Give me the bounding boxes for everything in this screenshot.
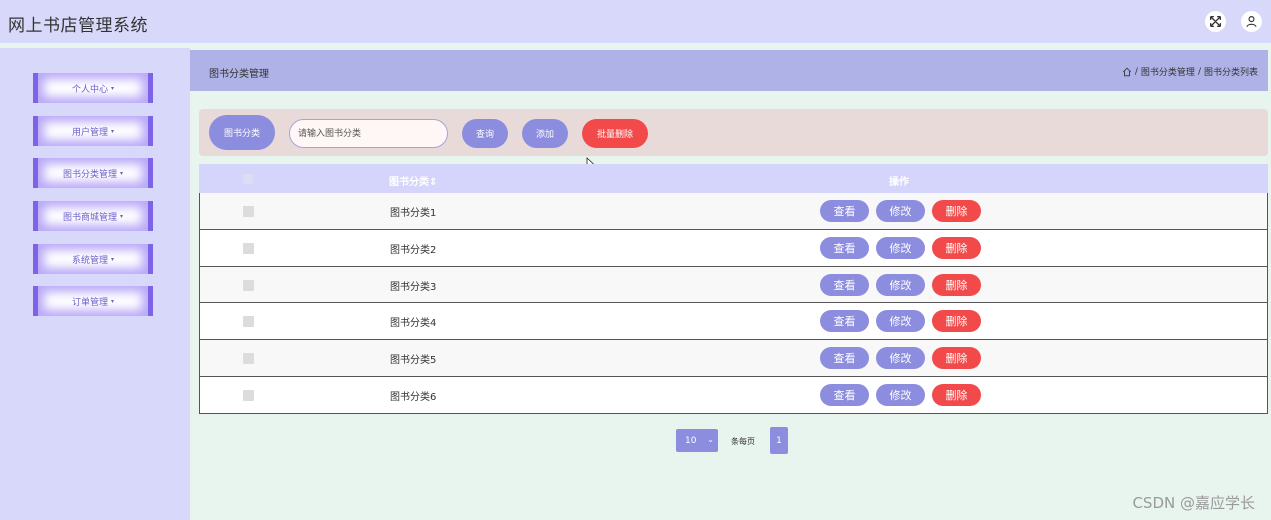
view-button[interactable]: 查看 — [820, 310, 869, 333]
search-label: 图书分类 — [209, 115, 275, 150]
view-button[interactable]: 查看 — [820, 347, 869, 370]
delete-button[interactable]: 删除 — [932, 200, 981, 222]
table-row: 图书分类1 查看 修改 删除 — [199, 193, 1268, 230]
table-row: 图书分类3 查看 修改 删除 — [199, 266, 1268, 304]
breadcrumb: / 图书分类管理 / 图书分类列表 — [1122, 65, 1258, 78]
row-checkbox[interactable] — [243, 242, 254, 254]
category-name: 图书分类2 — [390, 244, 437, 256]
edit-button[interactable]: 修改 — [876, 200, 925, 222]
row-checkbox[interactable] — [243, 389, 254, 401]
add-button[interactable]: 添加 — [522, 119, 568, 148]
category-name: 图书分类1 — [390, 208, 437, 219]
edit-button[interactable]: 修改 — [876, 310, 925, 333]
page-header: 图书分类管理 / 图书分类管理 / 图书分类列表 — [190, 50, 1268, 91]
row-checkbox[interactable] — [243, 316, 254, 328]
row-checkbox[interactable] — [243, 353, 254, 365]
chevron-down-icon: ▾ — [111, 297, 115, 305]
page-number-button[interactable]: 1 — [770, 427, 788, 454]
watermark: CSDN @嘉应学长 — [1132, 494, 1255, 512]
row-checkbox[interactable] — [243, 206, 254, 217]
chevron-down-icon: ▾ — [120, 169, 124, 177]
breadcrumb-item[interactable]: 图书分类管理 — [1141, 65, 1195, 78]
search-input[interactable] — [289, 119, 448, 148]
breadcrumb-item: 图书分类列表 — [1203, 68, 1258, 78]
sidebar-item-orders[interactable]: 订单管理 ▾ — [33, 286, 153, 316]
page-size-value: 10 — [685, 435, 697, 446]
view-button[interactable]: 查看 — [820, 200, 869, 222]
edit-button[interactable]: 修改 — [876, 273, 925, 296]
view-button[interactable]: 查看 — [820, 273, 869, 296]
sidebar-item-label: 图书商城管理 — [62, 212, 117, 223]
delete-button[interactable]: 删除 — [932, 310, 981, 333]
fullscreen-icon[interactable] — [1205, 11, 1226, 32]
page-size-select[interactable]: 10 ⌄ — [676, 429, 718, 452]
sidebar: 个人中心 ▾ 用户管理 ▾ 图书分类管理 ▾ 图书商城管理 ▾ 系统管理 ▾ 订单管理 ▾ — [0, 48, 190, 520]
table-row: 图书分类4 查看 修改 删除 — [199, 303, 1268, 341]
column-header-label: 图书分类 — [389, 177, 429, 188]
sidebar-item-label: 用户管理 — [71, 127, 108, 138]
edit-button[interactable]: 修改 — [876, 347, 925, 370]
edit-button[interactable]: 修改 — [876, 236, 925, 259]
sidebar-item-system[interactable]: 系统管理 ▾ — [33, 244, 153, 274]
sidebar-item-personal-center[interactable]: 个人中心 ▾ — [33, 73, 153, 103]
category-name: 图书分类4 — [390, 318, 437, 330]
sidebar-item-label: 个人中心 — [71, 84, 108, 95]
chevron-down-icon: ▾ — [111, 84, 115, 92]
page-title: 图书分类管理 — [209, 69, 269, 80]
sidebar-item-label: 系统管理 — [71, 255, 108, 266]
sort-icon: ⇕ — [429, 177, 438, 188]
breadcrumb-separator: / — [1134, 66, 1138, 77]
delete-button[interactable]: 删除 — [932, 236, 981, 259]
home-icon[interactable] — [1122, 67, 1132, 77]
query-button[interactable]: 查询 — [462, 119, 508, 148]
delete-button[interactable]: 删除 — [932, 347, 981, 370]
column-header-category[interactable]: 图书分类⇕ — [389, 173, 437, 188]
table-row: 图书分类5 查看 修改 删除 — [199, 340, 1268, 377]
breadcrumb-separator: / — [1197, 66, 1201, 77]
sidebar-item-label: 订单管理 — [71, 297, 108, 308]
chevron-down-icon: ▾ — [111, 255, 115, 263]
batch-delete-button[interactable]: 批量删除 — [582, 119, 648, 148]
table-header: 图书分类⇕ 操作 — [199, 164, 1268, 193]
delete-button[interactable]: 删除 — [932, 383, 981, 406]
chevron-down-icon: ▾ — [111, 127, 115, 135]
category-name: 图书分类5 — [390, 355, 437, 367]
chevron-down-icon: ⌄ — [707, 435, 714, 444]
per-page-label: 条每页 — [731, 437, 755, 446]
view-button[interactable]: 查看 — [820, 236, 869, 259]
search-bar: 图书分类 查询 添加 批量删除 — [199, 109, 1268, 156]
chevron-down-icon: ▾ — [120, 212, 124, 220]
category-table: 图书分类⇕ 操作 图书分类1 查看 修改 删除 图书分类2 查看 修改 删除 图… — [199, 164, 1268, 414]
column-header-actions: 操作 — [889, 177, 909, 188]
table-row: 图书分类2 查看 修改 删除 — [199, 229, 1268, 267]
delete-button[interactable]: 删除 — [932, 273, 981, 296]
select-all-checkbox[interactable] — [243, 174, 253, 184]
category-name: 图书分类3 — [390, 281, 437, 293]
category-name: 图书分类6 — [390, 391, 437, 403]
sidebar-item-book-mall[interactable]: 图书商城管理 ▾ — [33, 201, 153, 231]
top-bar: 网上书店管理系统 — [0, 0, 1271, 43]
user-icon[interactable] — [1241, 11, 1262, 32]
sidebar-item-label: 图书分类管理 — [62, 169, 117, 180]
table-row: 图书分类6 查看 修改 删除 — [199, 376, 1268, 414]
view-button[interactable]: 查看 — [820, 383, 869, 406]
sidebar-item-users[interactable]: 用户管理 ▾ — [33, 116, 153, 146]
sidebar-item-book-categories[interactable]: 图书分类管理 ▾ — [33, 158, 153, 188]
row-checkbox[interactable] — [243, 279, 254, 291]
app-title: 网上书店管理系统 — [8, 16, 148, 36]
edit-button[interactable]: 修改 — [876, 383, 925, 406]
